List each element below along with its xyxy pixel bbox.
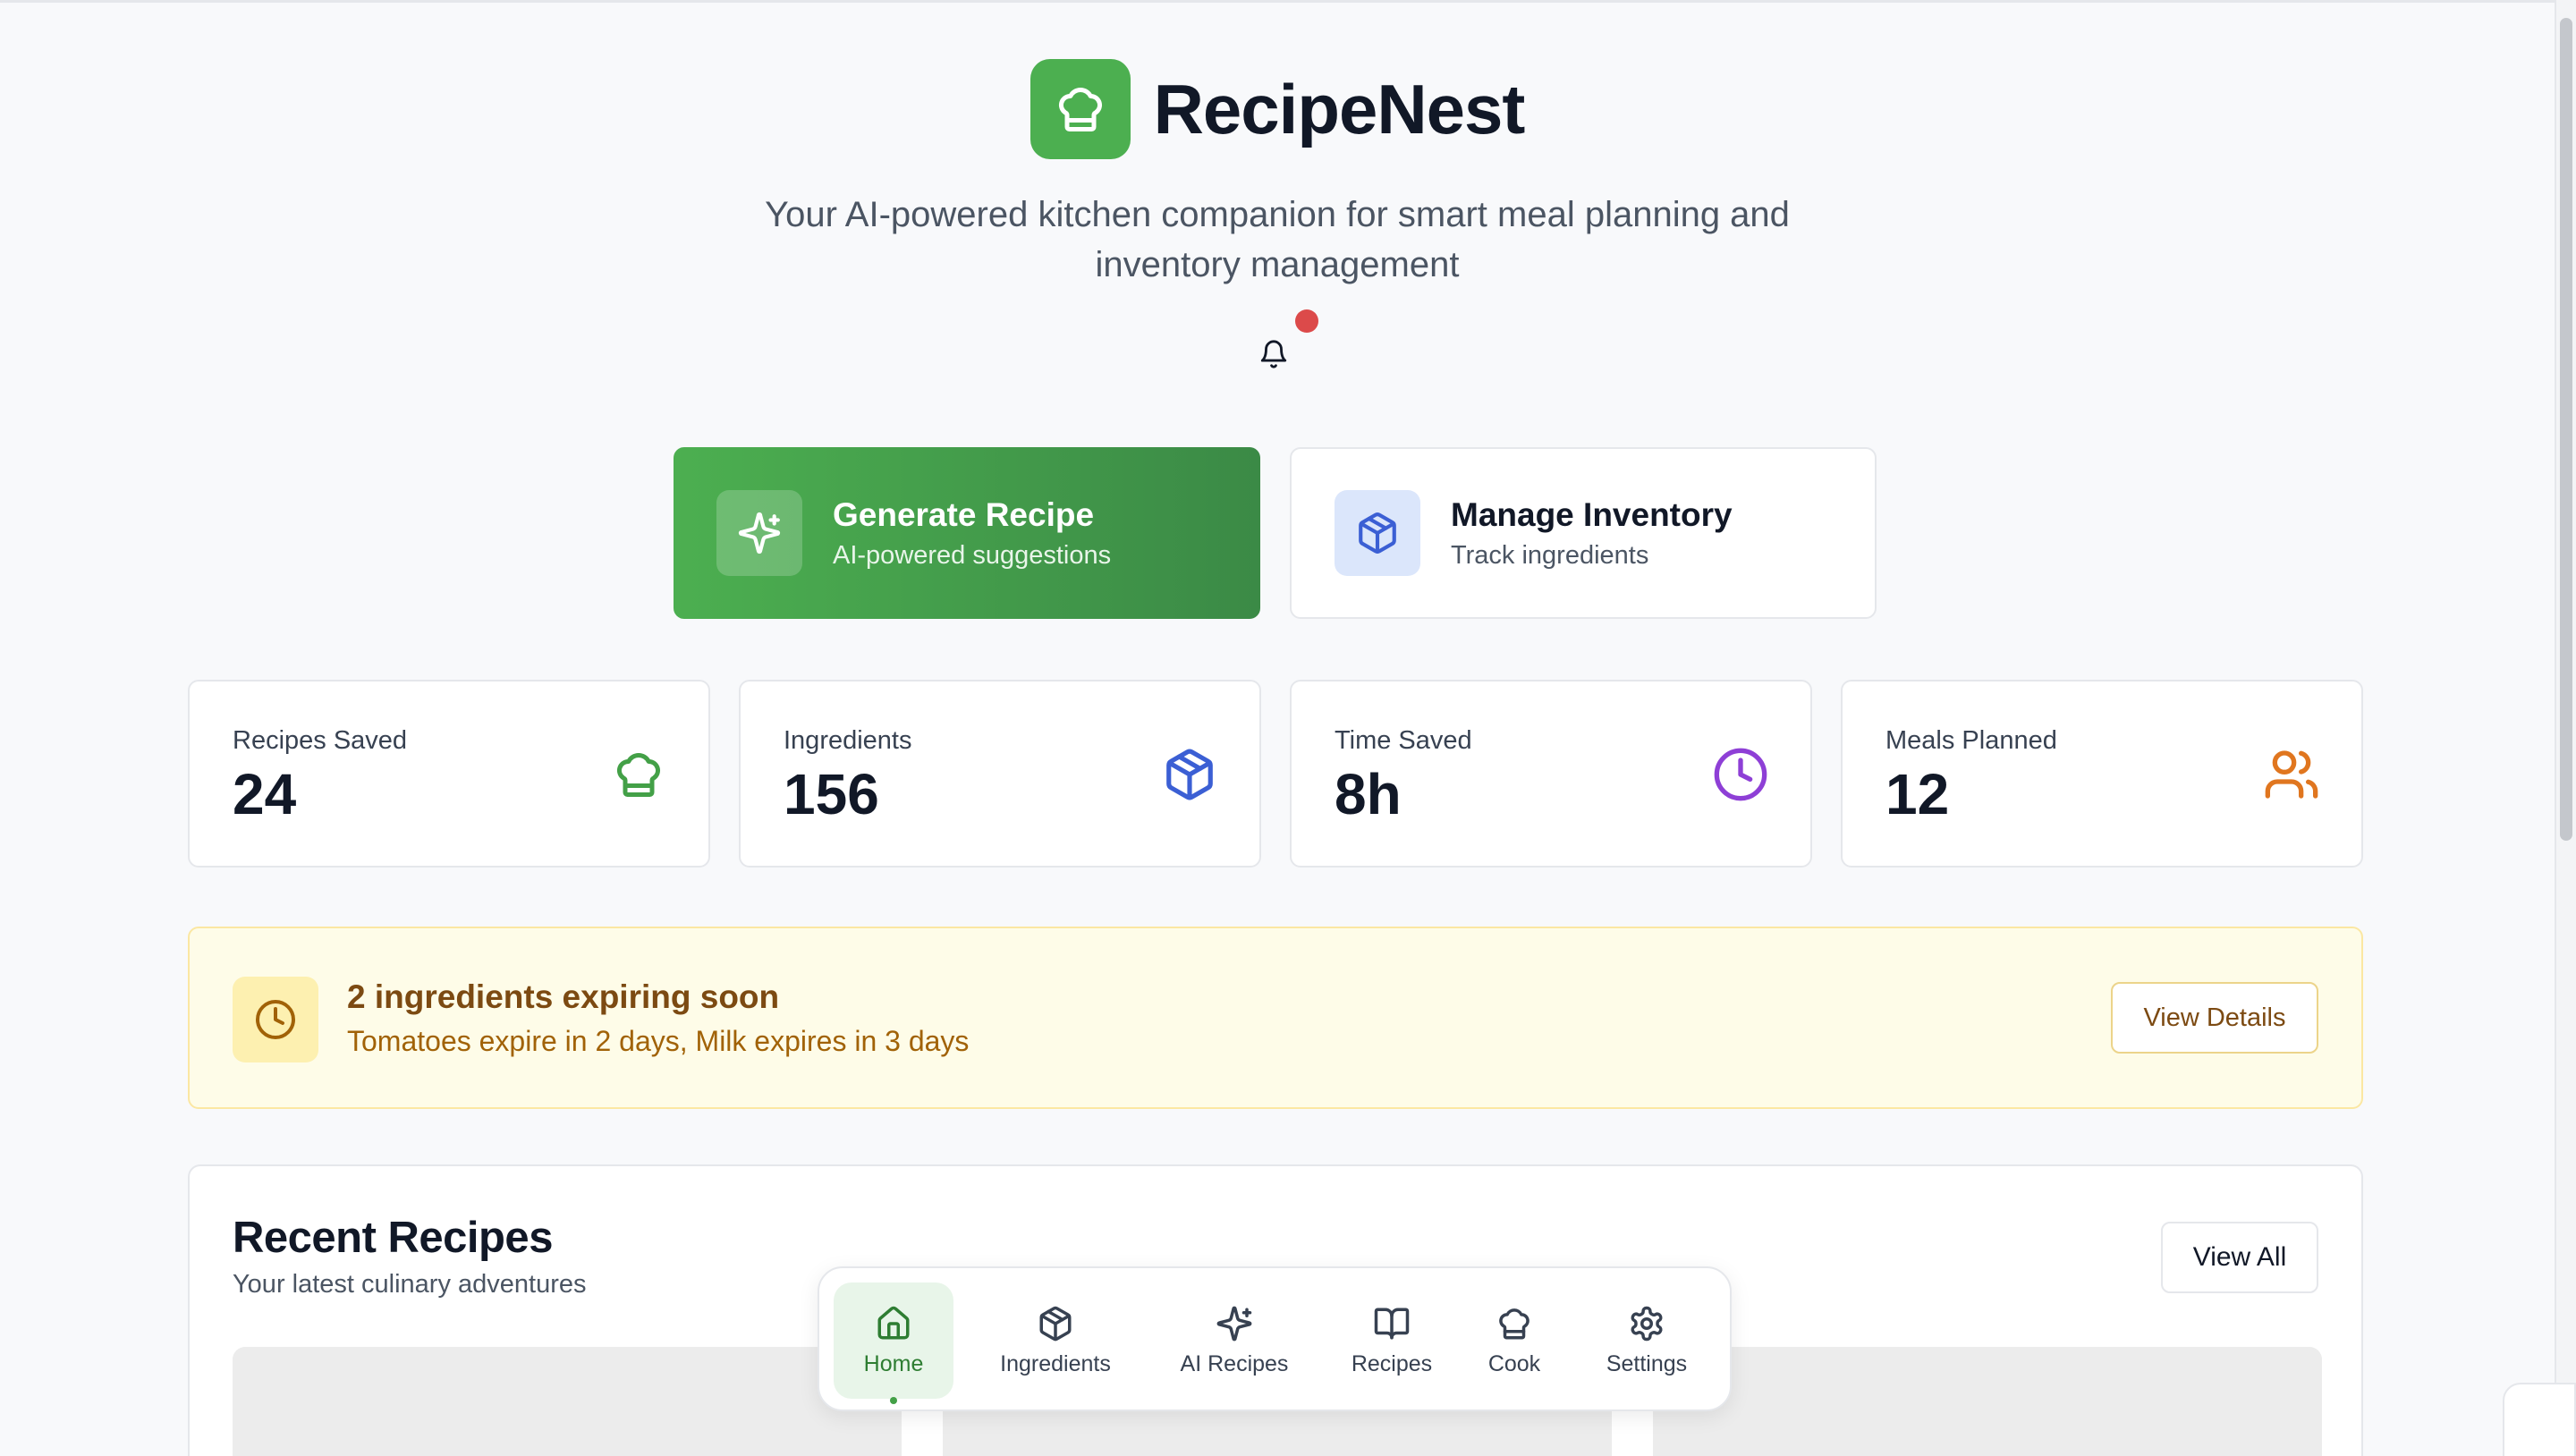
bottom-nav: Home Ingredients AI Recipes Recipes Cook [818, 1266, 1732, 1411]
box-icon [1335, 490, 1420, 576]
nav-label: AI Recipes [1180, 1350, 1289, 1376]
nav-item-settings[interactable]: Settings [1581, 1282, 1712, 1399]
scrollbar[interactable] [2555, 0, 2576, 1456]
scrollbar-thumb[interactable] [2560, 18, 2572, 841]
nav-label: Home [863, 1350, 924, 1376]
nav-label: Cook [1487, 1350, 1541, 1376]
section-title: Recent Recipes [233, 1214, 553, 1262]
stat-card-meals-planned: Meals Planned 12 [1841, 680, 2363, 868]
alert-title: 2 ingredients expiring soon [347, 978, 780, 1015]
recipe-card[interactable] [233, 1347, 902, 1456]
nav-item-cook[interactable]: Cook [1465, 1282, 1563, 1399]
nav-label: Settings [1606, 1350, 1688, 1376]
clock-icon [233, 977, 318, 1062]
view-all-button[interactable]: View All [2161, 1222, 2318, 1293]
chef-hat-icon [610, 746, 667, 803]
chef-hat-icon [1499, 1308, 1530, 1339]
sparkles-icon [716, 490, 802, 576]
stat-card-ingredients: Ingredients 156 [739, 680, 1261, 868]
section-subtitle: Your latest culinary adventures [233, 1270, 587, 1299]
nav-item-home[interactable]: Home [834, 1282, 953, 1404]
app-title: RecipeNest [1153, 69, 1526, 148]
view-details-button[interactable]: View Details [2111, 982, 2318, 1054]
notification-badge [1295, 309, 1318, 333]
nav-label: Ingredients [1000, 1350, 1111, 1376]
notification-bell-icon[interactable] [1252, 333, 1295, 376]
nav-item-ai-recipes[interactable]: AI Recipes [1154, 1282, 1315, 1399]
active-indicator [890, 1397, 897, 1404]
action-subtitle: Track ingredients [1451, 540, 1649, 570]
home-icon [877, 1306, 910, 1339]
top-border [0, 0, 2576, 3]
book-icon [1374, 1308, 1410, 1339]
floating-panel-edge [2503, 1383, 2576, 1456]
expiring-alert: 2 ingredients expiring soon Tomatoes exp… [188, 927, 2363, 1109]
tagline: Your AI-powered kitchen companion for sm… [765, 195, 1790, 284]
stat-card-time-saved: Time Saved 8h [1290, 680, 1812, 868]
manage-inventory-button[interactable]: Manage Inventory Track ingredients [1290, 447, 1877, 619]
sparkles-icon [1216, 1306, 1252, 1341]
chef-hat-icon [1030, 59, 1131, 159]
alert-message: Tomatoes expire in 2 days, Milk expires … [347, 1025, 970, 1057]
nav-item-recipes[interactable]: Recipes [1331, 1282, 1453, 1399]
action-title: Manage Inventory [1451, 495, 1733, 533]
users-icon [2263, 746, 2320, 803]
action-subtitle: AI-powered suggestions [833, 540, 1112, 570]
brand: RecipeNest [0, 59, 2555, 159]
nav-label: Recipes [1351, 1350, 1433, 1376]
app-header: RecipeNest Your AI-powered kitchen compa… [0, 59, 2555, 290]
box-icon [1161, 746, 1218, 803]
stat-card-recipes-saved: Recipes Saved 24 [188, 680, 710, 868]
recipe-card[interactable] [1653, 1347, 2322, 1456]
action-title: Generate Recipe [833, 495, 1095, 533]
box-icon [1039, 1306, 1072, 1341]
generate-recipe-button[interactable]: Generate Recipe AI-powered suggestions [674, 447, 1260, 619]
nav-item-ingredients[interactable]: Ingredients [973, 1282, 1138, 1399]
clock-icon [1712, 746, 1769, 803]
gear-icon [1631, 1306, 1663, 1341]
